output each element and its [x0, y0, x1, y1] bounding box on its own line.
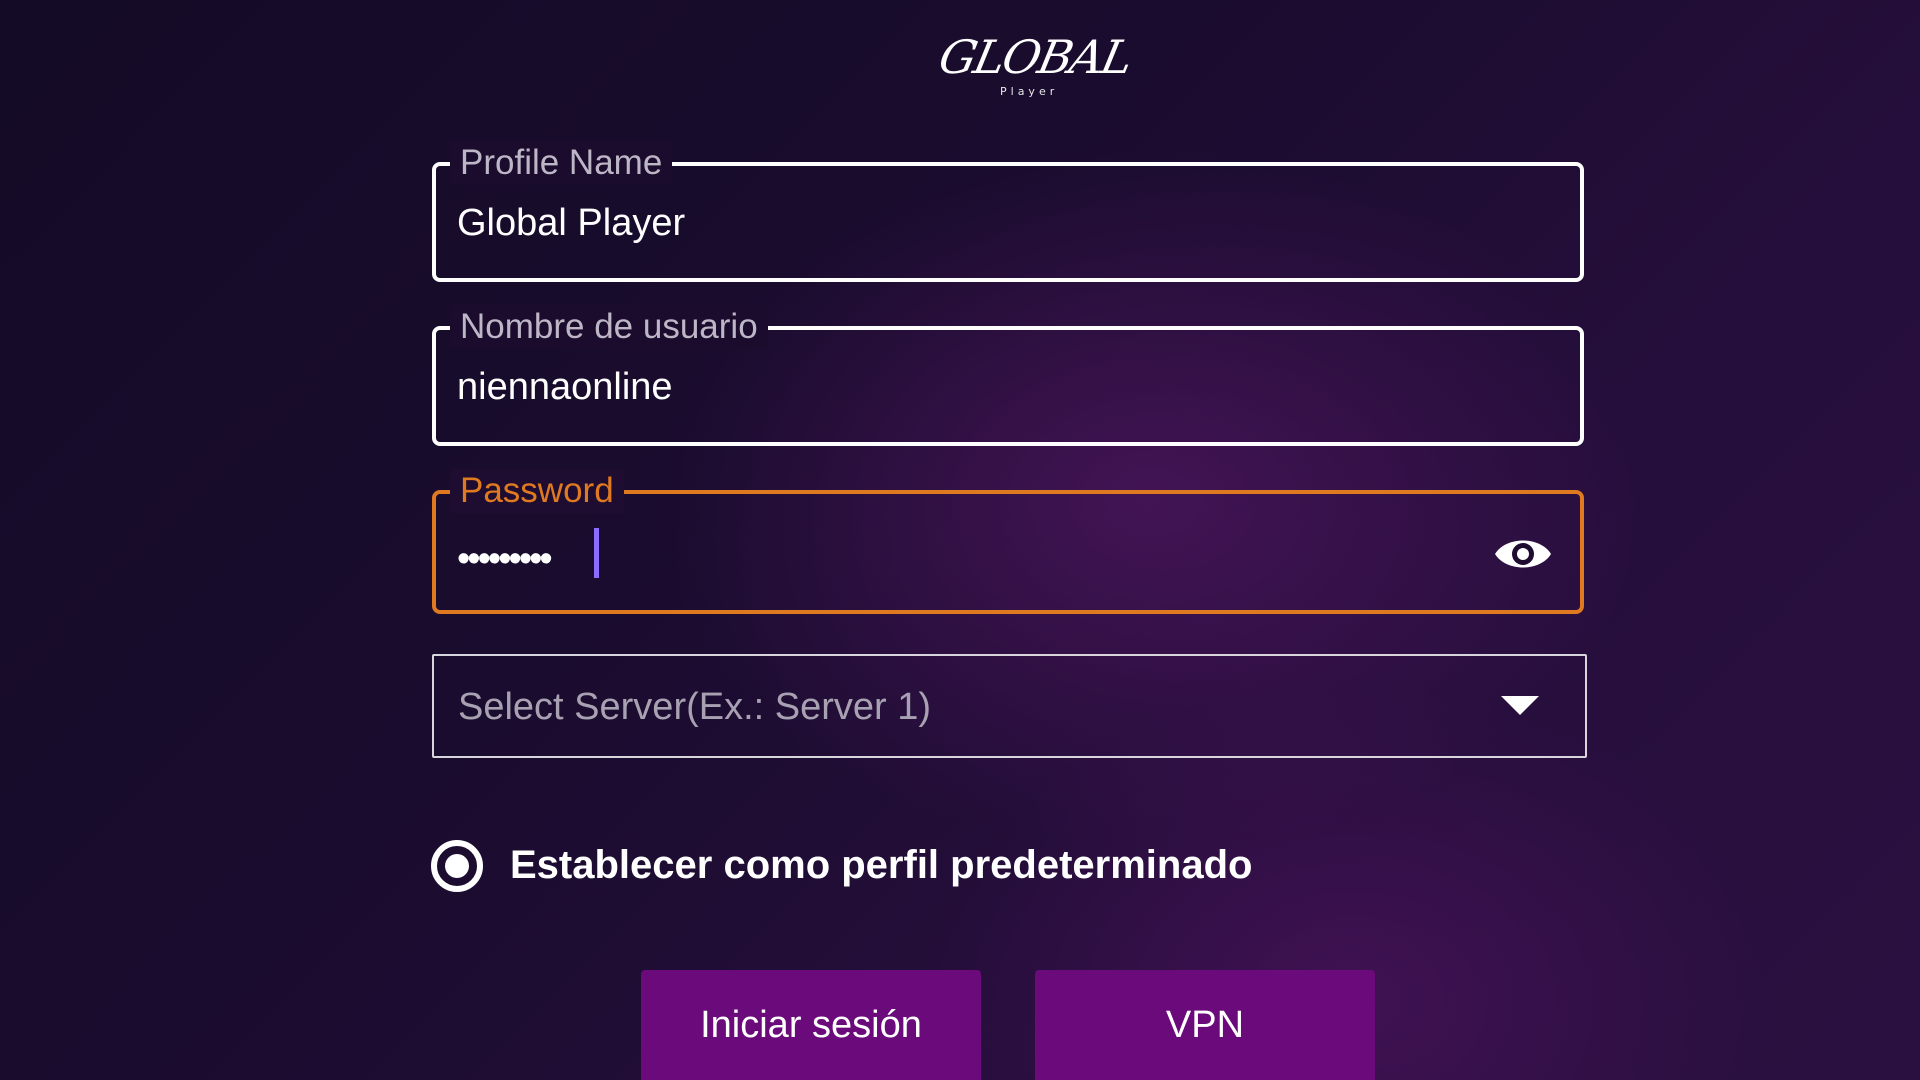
profile-name-field[interactable]: Profile Name Global Player — [432, 141, 1584, 282]
server-select[interactable]: Select Server(Ex.: Server 1) — [432, 654, 1587, 758]
username-field[interactable]: Nombre de usuario niennaonline — [432, 305, 1584, 446]
password-label: Password — [450, 469, 624, 513]
username-value: niennaonline — [457, 366, 673, 408]
profile-name-value: Global Player — [457, 202, 686, 244]
default-profile-label[interactable]: Establecer como perfil predeterminado — [510, 843, 1252, 888]
password-field[interactable]: Password ••••••••• — [432, 469, 1584, 614]
radio-selected-dot — [445, 854, 469, 878]
eye-icon[interactable] — [1492, 532, 1554, 576]
username-label: Nombre de usuario — [450, 305, 768, 349]
chevron-down-icon[interactable] — [1501, 696, 1539, 715]
vpn-button[interactable]: VPN — [1035, 970, 1375, 1080]
text-caret — [594, 528, 599, 578]
default-profile-radio[interactable] — [431, 840, 483, 892]
global-player-logo: GLOBAL Player — [934, 28, 1136, 98]
server-select-placeholder: Select Server(Ex.: Server 1) — [458, 686, 932, 728]
logo-script-text: GLOBAL — [934, 30, 1137, 84]
login-button[interactable]: Iniciar sesión — [641, 970, 981, 1080]
logo-subtext: Player — [1000, 85, 1059, 98]
password-masked-value: ••••••••• — [457, 538, 553, 580]
profile-name-label: Profile Name — [450, 141, 673, 185]
